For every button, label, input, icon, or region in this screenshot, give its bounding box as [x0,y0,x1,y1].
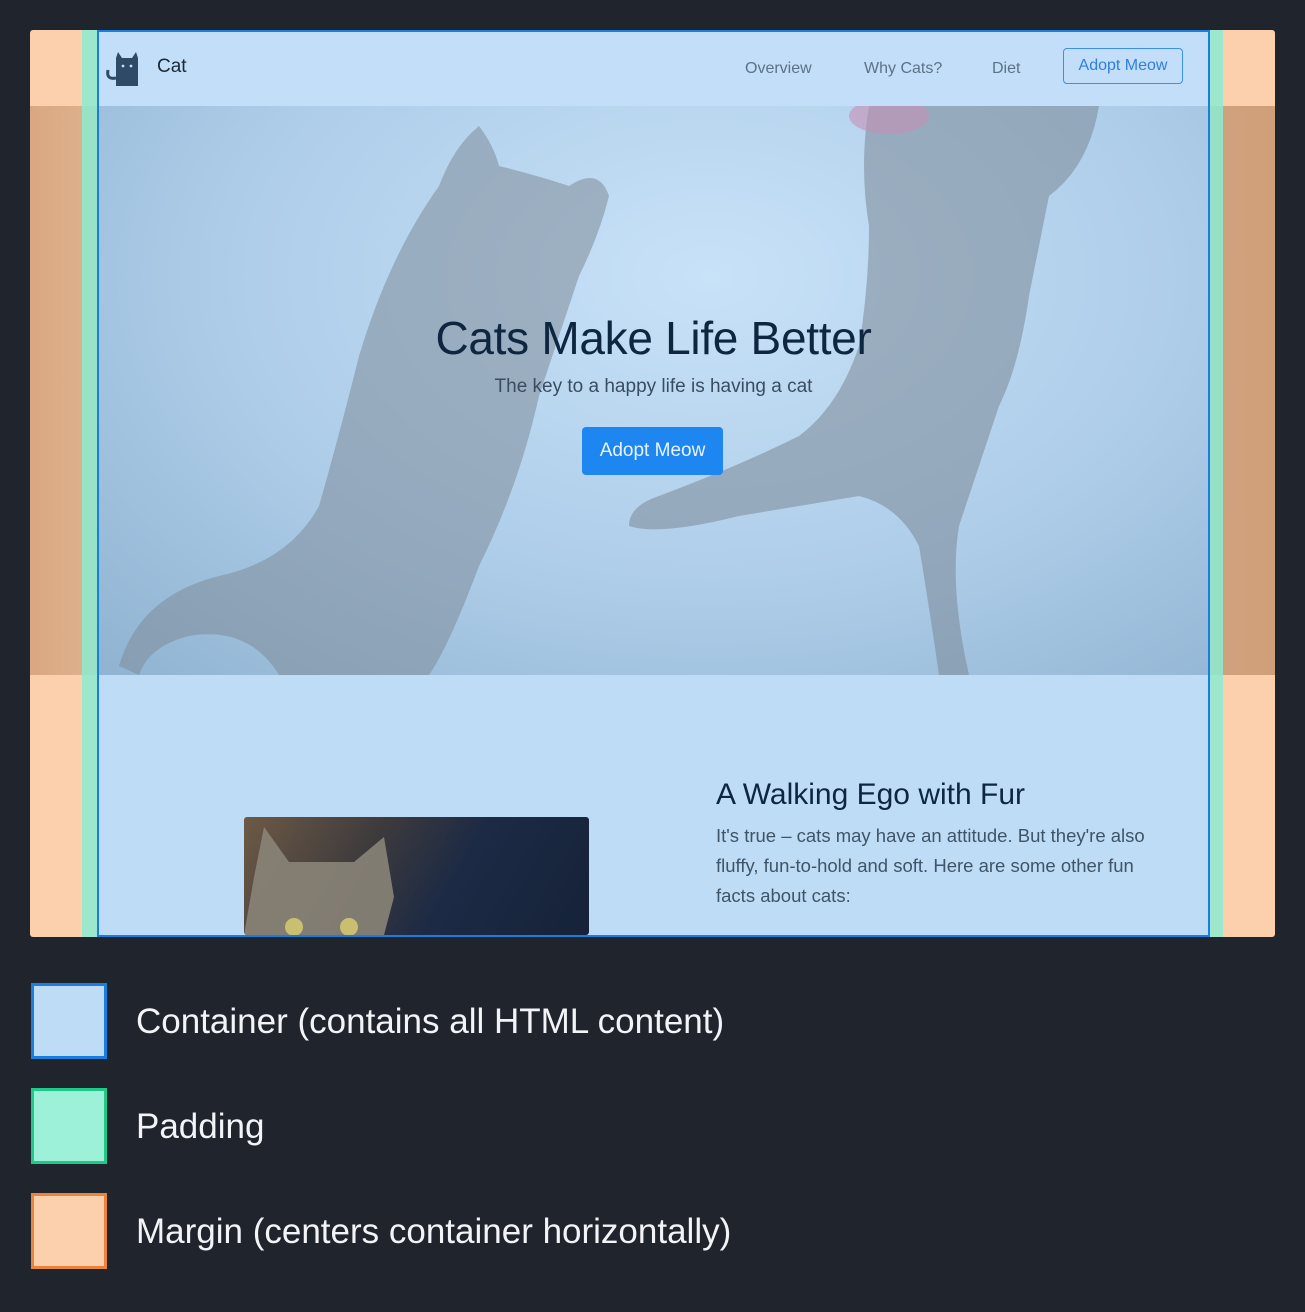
legend-container-swatch [31,983,107,1059]
hero-title: Cats Make Life Better [435,312,872,364]
navbar: Cat Overview Why Cats? Diet Adopt Meow [99,32,1208,106]
website-screenshot: Cat Overview Why Cats? Diet Adopt Meow C… [30,30,1275,937]
hero-section: Cats Make Life Better The key to a happy… [99,106,1208,675]
cat-logo-icon[interactable] [104,50,140,88]
hero-adopt-button[interactable]: Adopt Meow [582,427,723,475]
legend-container-label: Container (contains all HTML content) [136,1002,725,1041]
brand-name[interactable]: Cat [157,56,187,78]
left-padding [82,30,98,937]
legend-margin-swatch [31,1193,107,1269]
section-title: A Walking Ego with Fur [716,778,1026,811]
legend-padding-swatch [31,1088,107,1164]
legend-padding-label: Padding [136,1107,265,1146]
container: Cat Overview Why Cats? Diet Adopt Meow C… [97,30,1210,937]
hero-subtitle: The key to a happy life is having a cat [494,376,813,397]
section-body: It's true – cats may have an attitude. B… [716,825,1145,906]
nav-link-diet[interactable]: Diet [992,60,1020,78]
cat-photo [244,817,589,935]
nav-link-overview[interactable]: Overview [745,60,812,78]
nav-link-why-cats[interactable]: Why Cats? [864,60,942,78]
legend-margin-label: Margin (centers container horizontally) [136,1212,732,1251]
nav-adopt-button[interactable]: Adopt Meow [1063,48,1183,84]
